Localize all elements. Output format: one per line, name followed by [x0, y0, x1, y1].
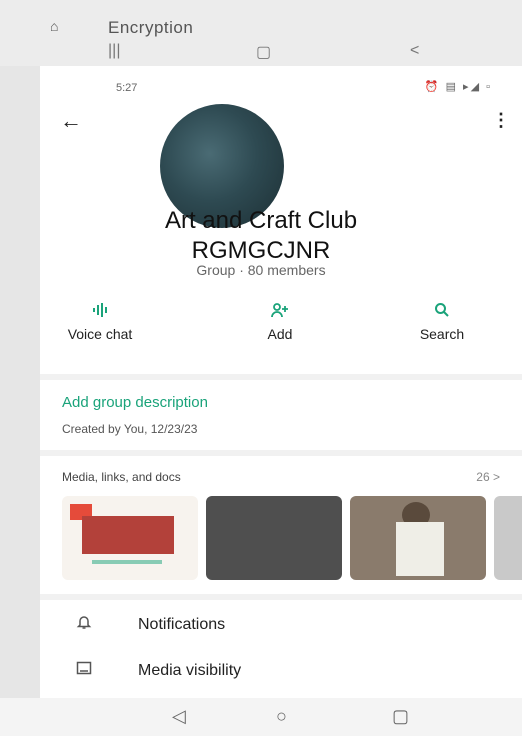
voice-chat-button[interactable]: Voice chat [40, 302, 160, 342]
group-name: Art and Craft Club RGMGCJNR [40, 206, 482, 266]
media-count-link[interactable]: 26 > [476, 470, 500, 484]
nav-recents-icon[interactable]: ▢ [392, 706, 409, 727]
group-members-count: Group · 80 members [196, 262, 326, 278]
system-nav-bar: ◁ ○ ▢ [0, 698, 522, 736]
section-divider [40, 594, 522, 600]
section-divider [40, 450, 522, 456]
media-thumbnail[interactable] [350, 496, 486, 580]
status-icons: ⏰ ▤ ▸◢ ▫ [424, 81, 492, 93]
nav-back-icon[interactable]: ◁ [172, 706, 186, 727]
recents-menu-icon[interactable]: ||| [108, 42, 120, 60]
add-group-description-link[interactable]: Add group description [62, 394, 208, 411]
media-thumbnail[interactable] [62, 496, 198, 580]
image-icon [74, 660, 94, 681]
created-by-text: Created by You, 12/23/23 [62, 422, 198, 436]
bell-icon [74, 614, 94, 635]
media-section-title[interactable]: Media, links, and docs [62, 470, 181, 484]
status-time: 5:27 [116, 82, 138, 94]
back-arrow-icon[interactable]: ← [60, 108, 82, 134]
group-info-screen: 5:27 ⏰ ▤ ▸◢ ▫ ← ⋮ Art and Craft Club RGM… [40, 66, 522, 698]
section-divider [40, 374, 522, 380]
notifications-row[interactable]: Notifications [40, 606, 522, 646]
drawing-paper [396, 522, 444, 576]
nav-home-icon[interactable]: ○ [276, 706, 287, 727]
media-visibility-label: Media visibility [138, 662, 242, 679]
notifications-label: Notifications [138, 616, 226, 633]
group-name-line1: Art and Craft Club [164, 207, 358, 234]
media-thumbnails [62, 496, 522, 580]
poster-caption [92, 560, 162, 564]
more-options-icon[interactable]: ⋮ [492, 110, 510, 131]
media-thumbnail[interactable] [206, 496, 342, 580]
add-person-icon [220, 302, 340, 324]
recents-back-icon[interactable]: < [410, 42, 419, 60]
lock-icon: ⌂ [50, 18, 59, 34]
status-bar: 5:27 ⏰ ▤ ▸◢ ▫ [40, 66, 522, 112]
media-visibility-row[interactable]: Media visibility [40, 652, 522, 692]
media-thumbnail[interactable] [494, 496, 522, 580]
recents-nav-bar: ||| ▢ < [40, 40, 522, 66]
voice-chat-label: Voice chat [67, 326, 133, 342]
voice-chat-icon [40, 302, 160, 324]
action-row: Voice chat Add Search [40, 302, 522, 362]
background-title: Encryption [108, 18, 194, 37]
recents-home-icon[interactable]: ▢ [256, 42, 271, 62]
search-label: Search [419, 326, 465, 342]
add-label: Add [267, 326, 293, 342]
background-left-strip [0, 66, 40, 736]
search-icon [382, 302, 502, 324]
poster-photo [82, 516, 174, 554]
add-button[interactable]: Add [220, 302, 340, 342]
search-button[interactable]: Search [382, 302, 502, 342]
